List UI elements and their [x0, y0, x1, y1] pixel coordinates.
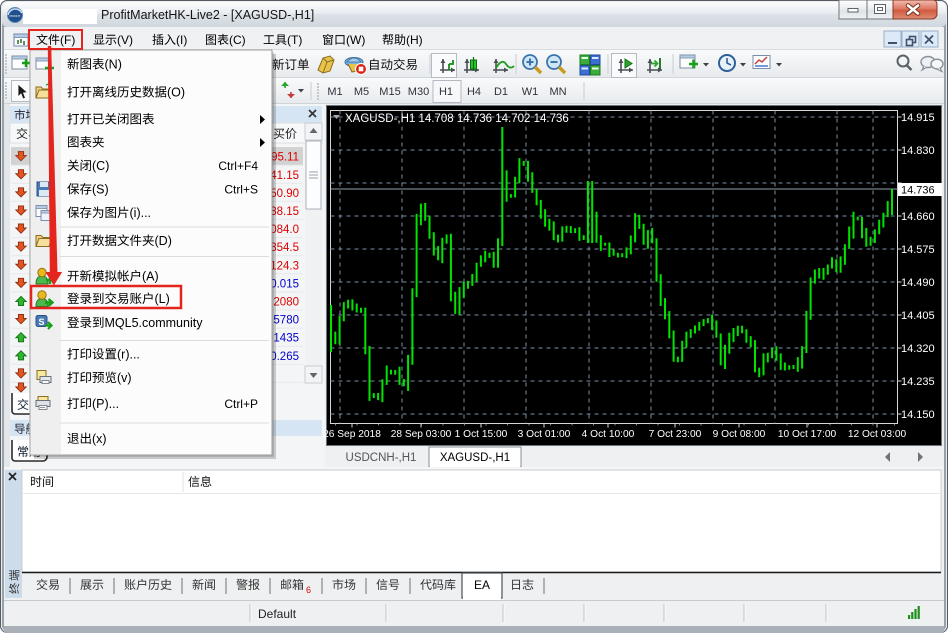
- svg-text:(C): (C): [92, 159, 109, 173]
- svg-text:M30: M30: [408, 86, 429, 98]
- svg-text:6: 6: [306, 585, 311, 595]
- svg-text:14.736: 14.736: [901, 185, 935, 197]
- svg-text:MQL5.community: MQL5.community: [105, 316, 204, 330]
- svg-text:EA: EA: [474, 578, 490, 592]
- svg-text:(r)...: (r)...: [117, 348, 140, 362]
- svg-text:(O): (O): [167, 86, 185, 100]
- svg-text:(I): (I): [176, 33, 187, 47]
- svg-text:(L): (L): [155, 292, 170, 306]
- svg-text:Ctrl+F4: Ctrl+F4: [218, 159, 258, 173]
- svg-text:(F): (F): [60, 33, 75, 47]
- svg-text:Ctrl+S: Ctrl+S: [224, 183, 258, 197]
- svg-text:(T): (T): [287, 33, 302, 47]
- svg-text:14.915: 14.915: [901, 112, 935, 124]
- svg-text:MN: MN: [549, 86, 566, 98]
- svg-text:(S): (S): [92, 183, 109, 197]
- svg-text:(v): (v): [117, 371, 132, 385]
- svg-text:5780: 5780: [273, 315, 299, 327]
- svg-text:(N): (N): [105, 58, 122, 72]
- svg-text:14.320: 14.320: [901, 343, 935, 355]
- svg-text:(W): (W): [346, 33, 365, 47]
- svg-text:S: S: [38, 317, 44, 327]
- svg-text:M1: M1: [327, 86, 342, 98]
- svg-text:14.830: 14.830: [901, 145, 935, 157]
- svg-text:H1: H1: [439, 86, 453, 98]
- svg-text:14.490: 14.490: [901, 277, 935, 289]
- svg-text:2080: 2080: [273, 297, 299, 309]
- svg-text:14.575: 14.575: [901, 244, 935, 256]
- svg-text:M5: M5: [354, 86, 369, 98]
- svg-text:28 Sep 03:00: 28 Sep 03:00: [391, 429, 452, 440]
- svg-text:Ctrl+P: Ctrl+P: [224, 397, 258, 411]
- svg-text:14.660: 14.660: [901, 211, 935, 223]
- svg-text:12 Oct 03:00: 12 Oct 03:00: [848, 429, 907, 440]
- svg-text:Default: Default: [258, 607, 297, 621]
- svg-text:M15: M15: [379, 86, 400, 98]
- svg-text:3 Oct 01:00: 3 Oct 01:00: [518, 429, 571, 440]
- svg-text:1435: 1435: [273, 333, 299, 345]
- svg-text:14.150: 14.150: [901, 409, 935, 421]
- svg-text:(P)...: (P)...: [92, 397, 119, 411]
- svg-text:14.235: 14.235: [901, 376, 935, 388]
- svg-text:26 Sep 2018: 26 Sep 2018: [323, 429, 381, 440]
- svg-text:(V): (V): [117, 33, 133, 47]
- svg-text:ProfitMarketHK-Live2 - [XAGUSD: ProfitMarketHK-Live2 - [XAGUSD-,H1]: [101, 8, 314, 22]
- svg-text:D1: D1: [494, 86, 508, 98]
- svg-text:(H): (H): [406, 33, 423, 47]
- svg-text:(i)...: (i)...: [130, 206, 152, 220]
- svg-text:PROFIT: PROFIT: [10, 14, 21, 18]
- svg-text:(A): (A): [142, 270, 159, 284]
- svg-text:W1: W1: [522, 86, 539, 98]
- svg-text:XAGUSD-,H1: XAGUSD-,H1: [440, 452, 510, 464]
- svg-text:10 Oct 17:00: 10 Oct 17:00: [778, 429, 837, 440]
- svg-text:XAGUSD-,H1 14.708 14.736 14.7: XAGUSD-,H1 14.708 14.736 14.702 14.736: [345, 113, 569, 125]
- svg-text:9 Oct 08:00: 9 Oct 08:00: [713, 429, 766, 440]
- svg-text:14.405: 14.405: [901, 310, 935, 322]
- svg-text:(D): (D): [155, 234, 172, 248]
- svg-text:USDCNH-,H1: USDCNH-,H1: [346, 452, 417, 464]
- svg-text:(C): (C): [229, 33, 246, 47]
- svg-text:(x): (x): [92, 432, 107, 446]
- svg-text:1 Oct 15:00: 1 Oct 15:00: [455, 429, 508, 440]
- svg-text:4 Oct 10:00: 4 Oct 10:00: [582, 429, 635, 440]
- svg-text:H4: H4: [467, 86, 481, 98]
- svg-text:7 Oct 23:00: 7 Oct 23:00: [649, 429, 702, 440]
